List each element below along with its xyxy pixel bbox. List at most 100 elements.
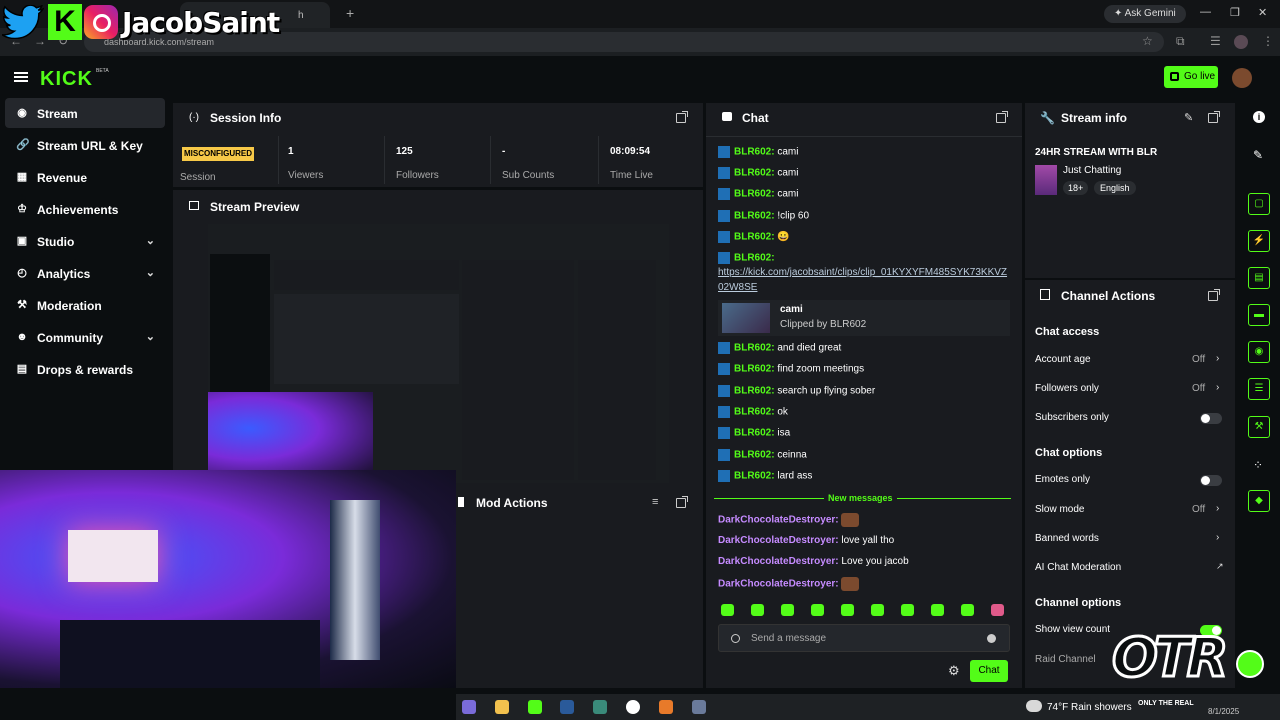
chat-username[interactable]: BLR602:	[734, 168, 775, 179]
hamburger-menu-icon[interactable]	[14, 72, 28, 82]
sidebar-item-revenue[interactable]: ▦ Revenue	[5, 162, 165, 192]
emoji-icon[interactable]	[987, 634, 996, 643]
emote-icon[interactable]	[751, 604, 764, 616]
emote-icon[interactable]	[871, 604, 884, 616]
chat-username[interactable]: BLR602:	[734, 211, 775, 222]
taskbar-app-icon[interactable]	[593, 700, 607, 714]
emote-icon[interactable]	[901, 604, 914, 616]
chevron-right-icon[interactable]: ›	[1216, 353, 1219, 364]
clip-card[interactable]: cami Clipped by BLR602	[718, 300, 1010, 336]
ask-gemini-button[interactable]: ✦ Ask Gemini	[1104, 5, 1186, 23]
emote-icon[interactable]	[781, 604, 794, 616]
filter-icon[interactable]: ≡	[652, 496, 658, 508]
profile-avatar[interactable]	[1234, 35, 1248, 49]
raid-channel-label[interactable]: Raid Channel	[1035, 654, 1096, 665]
chevron-right-icon[interactable]: ›	[1216, 503, 1219, 514]
popout-icon[interactable]	[1208, 111, 1220, 123]
steam-icon[interactable]	[560, 700, 574, 714]
clip-link-continued[interactable]: 02W8SE	[718, 282, 757, 293]
sidebar-item-community[interactable]: ☻ Community ⌄	[5, 322, 165, 352]
pencil-icon[interactable]: ✎	[1253, 148, 1263, 162]
sidebar-item-moderation[interactable]: ⚒ Moderation	[5, 290, 165, 320]
emote-icon[interactable]	[991, 604, 1004, 616]
chat-username[interactable]: BLR602:	[734, 450, 775, 461]
weather-temp[interactable]: 74°F	[1047, 702, 1068, 713]
popout-icon[interactable]	[1208, 289, 1220, 301]
new-messages-label[interactable]: New messages	[824, 493, 897, 503]
external-link-icon[interactable]: ↗	[1216, 561, 1224, 572]
chat-username[interactable]: DarkChocolateDestroyer:	[718, 515, 839, 526]
emote-icon[interactable]	[961, 604, 974, 616]
chat-username[interactable]: BLR602:	[734, 343, 775, 354]
chevron-right-icon[interactable]: ›	[1216, 382, 1219, 393]
category-thumbnail[interactable]	[1035, 165, 1057, 195]
account-age-label[interactable]: Account age	[1035, 354, 1091, 365]
slow-mode-label[interactable]: Slow mode	[1035, 504, 1084, 515]
diamond-icon[interactable]: ◆	[1248, 490, 1270, 512]
sidebar-item-achievements[interactable]: ♔ Achievements	[5, 194, 165, 224]
stream-preview-video[interactable]	[208, 224, 669, 483]
list-icon[interactable]: ☰	[1248, 378, 1270, 400]
clip-link[interactable]: https://kick.com/jacobsaint/clips/clip_0…	[718, 267, 1007, 278]
chat-username[interactable]: BLR602:	[734, 147, 775, 158]
kick-logo[interactable]: KICK	[40, 68, 93, 91]
chat-username[interactable]: BLR602:	[734, 471, 775, 482]
star-icon[interactable]: ☆	[1142, 34, 1153, 48]
chat-username[interactable]: BLR602:	[734, 189, 775, 200]
chat-username[interactable]: BLR602:	[734, 232, 775, 243]
emote-icon[interactable]	[721, 604, 734, 616]
nodes-icon[interactable]: ⁘	[1253, 458, 1263, 472]
subscribers-only-toggle[interactable]	[1200, 413, 1222, 424]
sidebar-item-studio[interactable]: ▣ Studio ⌄	[5, 226, 165, 256]
chat-input[interactable]: Send a message	[718, 624, 1010, 652]
broadcast-icon[interactable]: ◉	[1248, 341, 1270, 363]
rail-button-1[interactable]: ▢	[1248, 193, 1270, 215]
taskbar-app-icon[interactable]	[462, 700, 476, 714]
emote-icon[interactable]	[841, 604, 854, 616]
followers-only-label[interactable]: Followers only	[1035, 383, 1099, 394]
popout-icon[interactable]	[676, 111, 688, 123]
chevron-right-icon[interactable]: ›	[1216, 532, 1219, 543]
camera-icon[interactable]	[692, 700, 706, 714]
chat-username[interactable]: BLR602:	[734, 253, 775, 264]
user-avatar[interactable]	[1232, 68, 1252, 88]
new-tab-button[interactable]: +	[346, 5, 354, 21]
kick-app-icon[interactable]	[528, 700, 542, 714]
restore-icon[interactable]: ❐	[1230, 6, 1240, 19]
wrench-icon[interactable]: ⚒	[1248, 416, 1270, 438]
file-explorer-icon[interactable]	[495, 700, 509, 714]
emote-icon[interactable]	[931, 604, 944, 616]
edit-pencil-icon[interactable]: ✎	[1184, 111, 1193, 124]
chat-username[interactable]: DarkChocolateDestroyer:	[718, 535, 839, 546]
document-icon[interactable]: ▤	[1248, 267, 1270, 289]
popout-icon[interactable]	[676, 496, 688, 508]
emote-icon[interactable]	[811, 604, 824, 616]
emotes-only-toggle[interactable]	[1200, 475, 1222, 486]
lightning-icon[interactable]: ⚡	[1248, 230, 1270, 252]
chat-username[interactable]: DarkChocolateDestroyer:	[718, 579, 839, 590]
ai-chat-moderation-label[interactable]: AI Chat Moderation	[1035, 562, 1121, 573]
chat-username[interactable]: DarkChocolateDestroyer:	[718, 556, 839, 567]
chat-username[interactable]: BLR602:	[734, 428, 775, 439]
sidebar-item-stream[interactable]: ◉ Stream	[5, 98, 165, 128]
extensions-icon[interactable]: ⧉	[1176, 34, 1185, 49]
info-icon[interactable]: i	[1253, 111, 1265, 123]
message-icon[interactable]: ▬	[1248, 304, 1270, 326]
obs-icon[interactable]	[626, 700, 640, 714]
settings-gear-icon[interactable]: ⚙	[948, 663, 960, 679]
close-icon[interactable]: ✕	[1258, 6, 1267, 19]
sidebar-item-analytics[interactable]: ◴ Analytics ⌄	[5, 258, 165, 288]
chat-username[interactable]: BLR602:	[734, 386, 775, 397]
minimize-icon[interactable]: —	[1200, 6, 1211, 18]
banned-words-label[interactable]: Banned words	[1035, 533, 1099, 544]
chat-send-button[interactable]: Chat	[970, 660, 1008, 682]
chat-username[interactable]: BLR602:	[734, 364, 775, 375]
taskbar-app-icon[interactable]	[659, 700, 673, 714]
menu-icon[interactable]: ⋮	[1262, 34, 1274, 48]
sidebar-item-drops-rewards[interactable]: ▤ Drops & rewards	[5, 354, 165, 384]
sidepanel-icon[interactable]: ☰	[1210, 34, 1221, 48]
sidebar-item-stream-url-key[interactable]: 🔗 Stream URL & Key	[5, 130, 165, 160]
chat-username[interactable]: BLR602:	[734, 407, 775, 418]
popout-icon[interactable]	[996, 111, 1008, 123]
category-name[interactable]: Just Chatting	[1063, 165, 1121, 176]
